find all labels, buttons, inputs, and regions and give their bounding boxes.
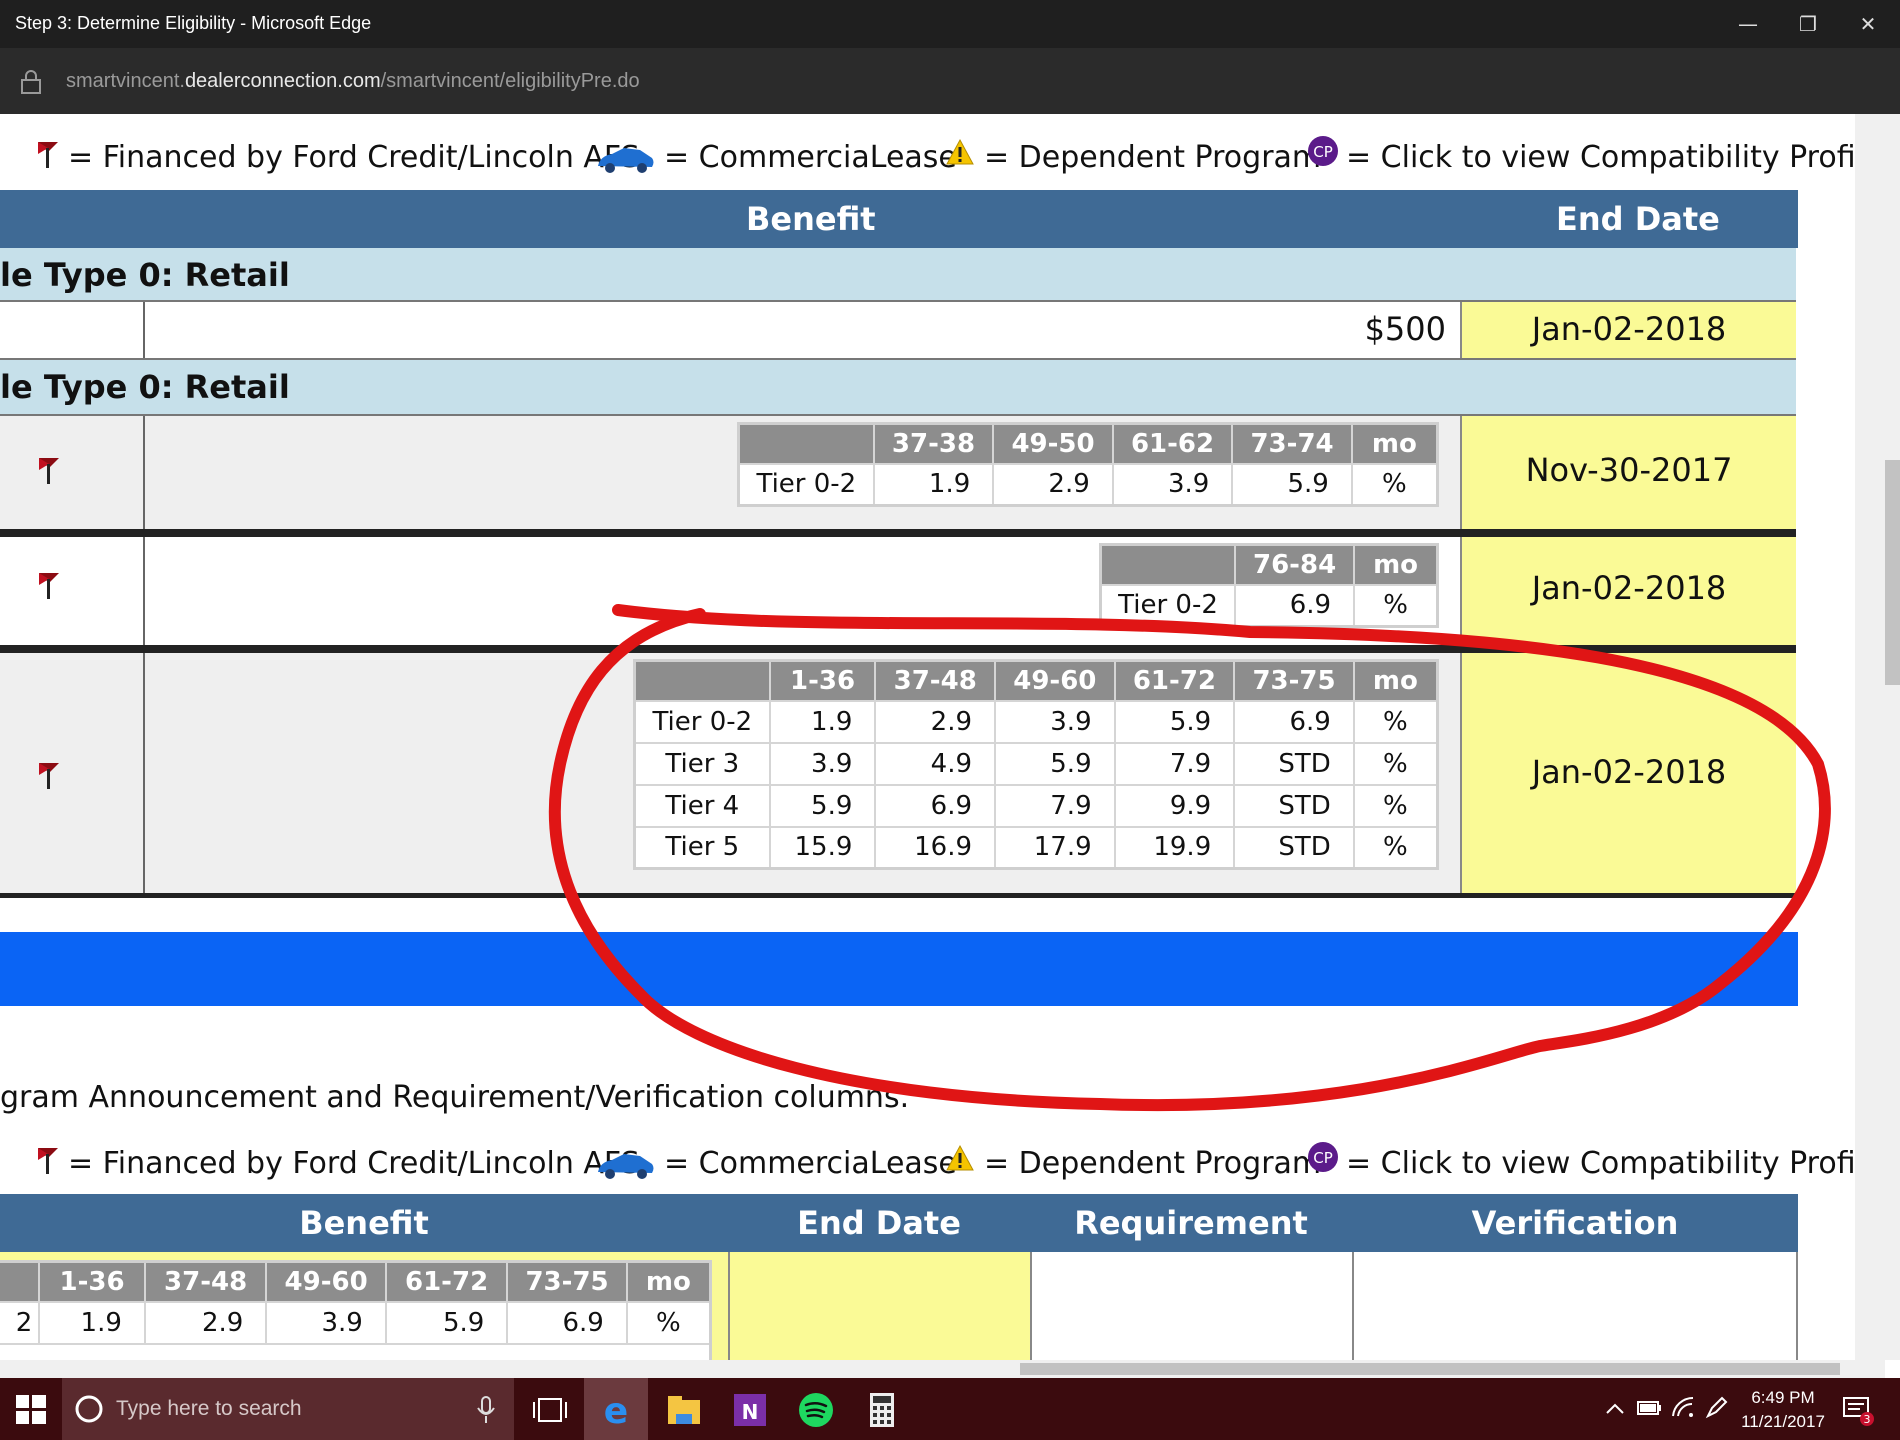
vertical-scroll-thumb[interactable] [1885, 460, 1900, 685]
page-content: = Financed by Ford Credit/Lincoln AFS = … [0, 114, 1855, 1360]
wifi-icon[interactable] [1670, 1394, 1696, 1420]
close-button[interactable]: ✕ [1838, 6, 1898, 42]
restore-button[interactable]: ❐ [1778, 6, 1838, 42]
microphone-icon[interactable] [476, 1396, 496, 1424]
task-view-icon[interactable] [530, 1390, 570, 1430]
edge-icon: e [604, 1391, 628, 1429]
taskbar: Type here to search e N 6:49 PM 11/21/20… [0, 1378, 1900, 1440]
calculator-icon[interactable] [862, 1390, 902, 1430]
onenote-icon[interactable]: N [730, 1390, 770, 1430]
battery-icon[interactable] [1636, 1396, 1662, 1420]
minimize-button[interactable]: — [1718, 6, 1778, 42]
action-center-icon[interactable]: 3 [1840, 1392, 1876, 1428]
svg-text:N: N [742, 1400, 759, 1424]
spotify-icon[interactable] [796, 1390, 836, 1430]
red-annotation-circle [548, 604, 1831, 1112]
windows-start-icon[interactable] [14, 1392, 48, 1426]
chevron-up-icon[interactable] [1604, 1398, 1626, 1420]
svg-text:e: e [604, 1391, 628, 1429]
clock-date: 11/21/2017 [1741, 1412, 1825, 1431]
notification-count: 3 [1864, 1413, 1871, 1426]
lock-icon [21, 70, 41, 94]
cortana-icon [75, 1395, 103, 1423]
horizontal-scroll-thumb[interactable] [1020, 1363, 1840, 1375]
taskbar-search[interactable]: Type here to search [62, 1378, 514, 1440]
clock[interactable]: 6:49 PM 11/21/2017 [1740, 1386, 1826, 1434]
url-field[interactable]: smartvincent.dealerconnection.com/smartv… [66, 70, 640, 93]
pen-icon[interactable] [1704, 1394, 1730, 1420]
vertical-scrollbar[interactable] [1855, 114, 1900, 1360]
file-explorer-icon[interactable] [664, 1390, 704, 1430]
clock-time: 6:49 PM [1751, 1388, 1815, 1407]
search-placeholder: Type here to search [116, 1397, 302, 1420]
url-domain: dealerconnection.com [184, 70, 381, 92]
taskbar-edge-active[interactable]: e [584, 1378, 648, 1440]
title-bar: Step 3: Determine Eligibility - Microsof… [0, 0, 1900, 48]
window-title: Step 3: Determine Eligibility - Microsof… [15, 13, 372, 33]
